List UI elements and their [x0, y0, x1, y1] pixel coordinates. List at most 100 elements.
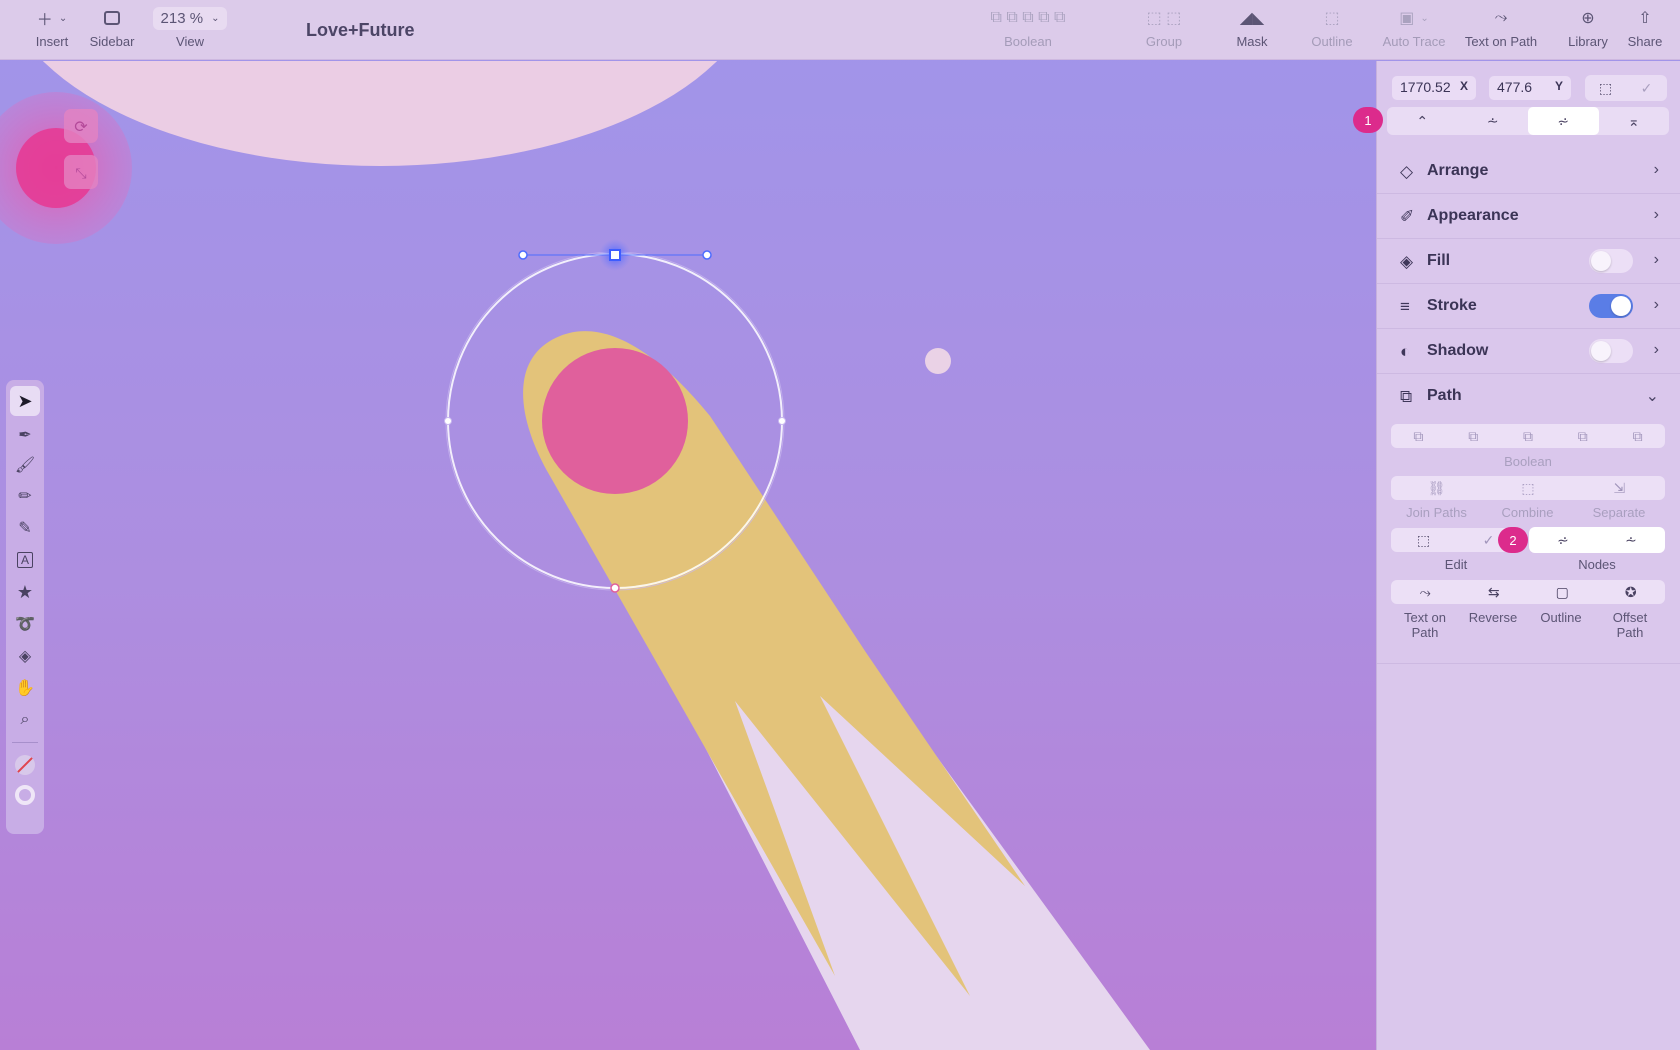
shadow-toggle[interactable] — [1589, 339, 1633, 363]
stroke-toggle[interactable] — [1589, 294, 1633, 318]
text-tool[interactable]: A — [10, 545, 40, 575]
offset-path-action[interactable]: ✪ — [1597, 580, 1666, 604]
bezier-handle-right[interactable] — [702, 250, 712, 260]
asymmetric-node-icon: ⩪ — [1625, 531, 1637, 548]
palette-divider — [12, 742, 38, 743]
pencil-tool[interactable]: ✏ — [10, 481, 40, 511]
bezier-handle-left[interactable] — [518, 250, 528, 260]
insert-button[interactable]: ＋ ⌄ Insert — [32, 6, 72, 49]
mask-label: Mask — [1236, 34, 1268, 49]
lasso-tool[interactable]: ➰ — [10, 609, 40, 639]
appearance-icon: ✐ — [1400, 207, 1415, 226]
y-coordinate-field[interactable]: 477.6 Y — [1489, 76, 1571, 100]
node-type-asymmetric[interactable]: ⩫ — [1528, 107, 1599, 135]
canvas[interactable]: ⟳ ⤡ ➤ ✒ 🖌 ✏ ✎ A ★ ➰ ◈ ✋ ⌕ — [0, 61, 1376, 1050]
checkmark-icon: ✓ — [1482, 531, 1495, 548]
path-node-left[interactable] — [444, 417, 452, 425]
path-section-header[interactable]: ⧉ Path ⌄ — [1377, 374, 1680, 419]
intersect-button[interactable]: ⧉ — [1501, 424, 1556, 448]
selected-node[interactable] — [609, 249, 621, 261]
zoom-dropdown[interactable]: 213 % ⌄ — [152, 6, 228, 30]
toggle-knob — [1591, 251, 1611, 271]
text-on-path-button[interactable]: ⤳ Text on Path — [1458, 6, 1544, 49]
reverse-action[interactable]: ⇆ — [1460, 580, 1529, 604]
reverse-label: Reverse — [1468, 610, 1518, 625]
arrange-icon: ◇ — [1400, 162, 1414, 181]
arrange-title: Arrange — [1427, 162, 1489, 179]
chevron-right-icon: › — [1653, 341, 1659, 358]
corner-node-icon: ⌃ — [1416, 112, 1429, 129]
view-zoom-control[interactable]: 213 % ⌄ View — [152, 6, 228, 49]
boolean-group[interactable]: ⧉ ⧉ ⧉ ⧉ ⧉ Boolean — [950, 6, 1106, 49]
separate-label: Separate — [1592, 505, 1646, 520]
subtract-button[interactable]: ⧉ — [1446, 424, 1501, 448]
share-button[interactable]: ⇧ Share — [1620, 6, 1670, 49]
brush-tool[interactable]: 🖌 — [10, 450, 40, 480]
separate-button[interactable]: ⇲ — [1574, 476, 1665, 500]
shape-tool[interactable]: ★ — [10, 577, 40, 607]
moon-shape[interactable] — [0, 61, 760, 166]
divide-icon: ⧉ — [1632, 427, 1643, 444]
star-dot[interactable] — [925, 348, 951, 374]
eraser-tool[interactable]: ◈ — [10, 641, 40, 671]
difference-button[interactable]: ⧉ — [1555, 424, 1610, 448]
union-button[interactable]: ⧉ — [1391, 424, 1446, 448]
confirm-edit-button[interactable]: ✓ — [1626, 75, 1667, 101]
hand-tool[interactable]: ✋ — [10, 673, 40, 703]
toolbar: ＋ ⌄ Insert Sidebar 213 % ⌄ View Love+Futur… — [0, 0, 1680, 60]
auto-trace-icon: ▣ ⌄ — [1399, 10, 1429, 27]
path-node-bottom[interactable] — [610, 583, 620, 593]
calligraphy-tool[interactable]: ✎ — [10, 513, 40, 543]
text-on-path-icon: ⤳ — [1494, 9, 1508, 26]
fill-title: Fill — [1427, 252, 1451, 269]
library-icon: ⊕ — [1581, 10, 1595, 27]
fill-swatch[interactable] — [10, 750, 40, 780]
stroke-section[interactable]: ≡ Stroke › — [1377, 284, 1680, 329]
pen-tool[interactable]: ✒ — [10, 420, 40, 450]
document-title: Love+Future — [306, 20, 415, 40]
text-on-path-action[interactable]: ⤳ — [1391, 580, 1460, 604]
fill-toggle[interactable] — [1589, 249, 1633, 273]
node-type-mirrored[interactable]: ⩪ — [1458, 107, 1529, 135]
sidebar-button[interactable]: Sidebar — [88, 6, 136, 49]
step-badge-2: 2 — [1498, 527, 1528, 553]
toggle-knob — [1611, 296, 1631, 316]
node-type-disconnected[interactable]: ⌅ — [1599, 107, 1670, 135]
intersect-icon: ⧉ — [1522, 427, 1533, 444]
appearance-section[interactable]: ✐ Appearance › — [1377, 194, 1680, 239]
outline-button[interactable]: ⬚ Outline — [1300, 6, 1364, 49]
outline-action[interactable]: ▢ — [1528, 580, 1597, 604]
nodes-asymmetric-button[interactable]: ⩪ — [1597, 527, 1665, 553]
auto-trace-label: Auto Trace — [1382, 34, 1446, 49]
auto-trace-button[interactable]: ▣ ⌄ Auto Trace — [1378, 6, 1450, 49]
stroke-title: Stroke — [1427, 297, 1477, 314]
shadow-section[interactable]: ◐ Shadow › — [1377, 329, 1680, 374]
path-node-right[interactable] — [778, 417, 786, 425]
asymmetric-node-icon: ⩫ — [1557, 112, 1570, 129]
select-tool[interactable]: ➤ — [10, 386, 40, 416]
fill-section[interactable]: ◈ Fill › — [1377, 239, 1680, 284]
outline-label: Outline — [1311, 34, 1353, 49]
path-actions-row: ⤳ ⇆ ▢ ✪ — [1391, 580, 1665, 604]
node-type-corner[interactable]: ⌃ — [1387, 107, 1458, 135]
library-button[interactable]: ⊕ Library — [1562, 6, 1614, 49]
combine-icon: ⬚ — [1521, 479, 1535, 496]
combine-button[interactable]: ⬚ — [1482, 476, 1573, 500]
mask-button[interactable]: ◢◣ Mask — [1222, 6, 1282, 49]
divide-button[interactable]: ⧉ — [1610, 424, 1665, 448]
path-edit-button[interactable]: ⬚ — [1391, 528, 1456, 552]
group-button[interactable]: ⬚ ⬚ Group — [1134, 6, 1194, 49]
zoom-tool[interactable]: ⌕ — [10, 705, 40, 735]
join-paths-button[interactable]: ⛓ — [1391, 476, 1482, 500]
appearance-title: Appearance — [1427, 207, 1519, 224]
stroke-swatch[interactable] — [10, 780, 40, 810]
edit-path-button[interactable]: ⬚ — [1585, 75, 1626, 101]
nodes-smooth-button[interactable]: ⩫ — [1529, 527, 1597, 553]
comet-head[interactable] — [542, 348, 688, 494]
arrange-section[interactable]: ◇ Arrange › — [1377, 149, 1680, 194]
outline-label: Outline — [1540, 610, 1582, 625]
x-coordinate-field[interactable]: 1770.52 X — [1392, 76, 1476, 100]
text-on-path-icon: ⤳ — [1419, 583, 1431, 600]
chevron-right-icon: › — [1653, 296, 1659, 313]
separate-icon: ⇲ — [1613, 479, 1626, 496]
